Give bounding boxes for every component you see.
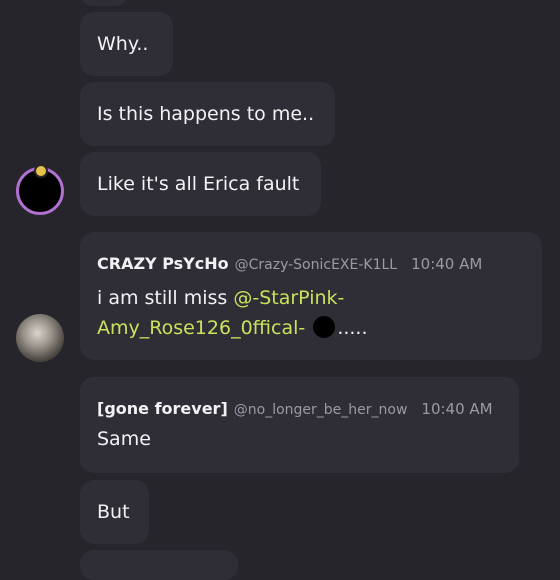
message-bubble-partial-bottom[interactable] (80, 550, 238, 580)
message-text: But (97, 501, 130, 523)
author-name[interactable]: CRAZY PsYcHo (97, 254, 229, 273)
redaction-dot (313, 316, 336, 338)
author-handle[interactable]: @Crazy-SonicEXE-K1LL (235, 257, 397, 273)
message-bubble[interactable]: Is this happens to me.. (80, 82, 335, 146)
message-bubble[interactable]: Why.. (80, 12, 173, 76)
message-text: Why.. (97, 33, 149, 55)
message-bubble[interactable]: CRAZY PsYcHo @Crazy-SonicEXE-K1LL 10:40 … (80, 232, 542, 360)
message-text: Same (97, 428, 151, 450)
author-handle[interactable]: @no_longer_be_her_now (234, 402, 408, 418)
message-bubble[interactable]: But (80, 480, 149, 544)
message-text: i am still miss @-StarPink- Amy_Rose126_… (97, 283, 542, 343)
avatar-status-badge (34, 164, 48, 178)
message-bubble-partial-top[interactable] (80, 0, 128, 6)
message-text-part: ..... (337, 317, 368, 339)
message-timestamp: 10:40 AM (421, 400, 493, 418)
message-bubble[interactable]: [gone forever] @no_longer_be_her_now 10:… (80, 377, 519, 473)
message-header: CRAZY PsYcHo @Crazy-SonicEXE-K1LL 10:40 … (97, 254, 542, 273)
message-timestamp: 10:40 AM (411, 255, 483, 273)
user-mention[interactable]: @-StarPink- (233, 287, 344, 309)
user-avatar[interactable] (16, 314, 64, 362)
author-name[interactable]: [gone forever] (97, 399, 228, 418)
message-bubble[interactable]: Like it's all Erica fault (80, 152, 321, 216)
message-text: Like it's all Erica fault (97, 173, 300, 195)
message-text-part: i am still miss (97, 287, 234, 309)
message-header: [gone forever] @no_longer_be_her_now 10:… (97, 399, 519, 418)
message-text: Is this happens to me.. (97, 103, 315, 125)
user-mention-continued[interactable]: Amy_Rose126_0ffical- (97, 317, 305, 339)
